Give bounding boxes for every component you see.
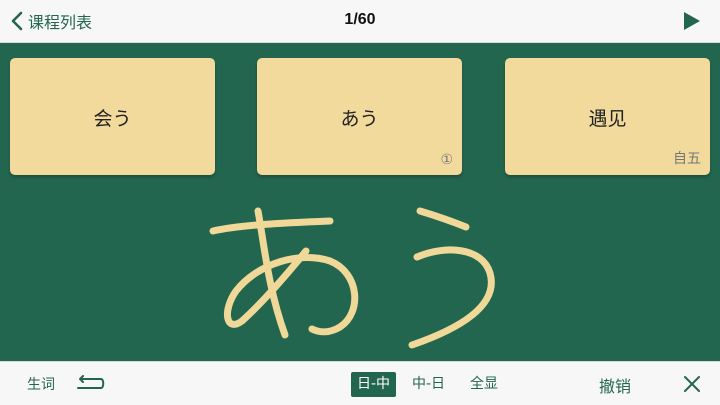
card-text: あう: [340, 108, 379, 130]
card-text: 遇见: [588, 108, 627, 130]
card-note: 自五: [673, 151, 701, 167]
back-button[interactable]: 课程列表: [10, 9, 92, 33]
close-icon[interactable]: [683, 375, 701, 393]
answer-card[interactable]: あう ①: [257, 58, 462, 175]
chevron-left-icon: [11, 11, 23, 31]
top-navigation-bar: 课程列表 1/60: [0, 0, 720, 43]
ink-stroke: [223, 247, 359, 336]
card-text: 会う: [93, 108, 132, 130]
card-note: ①: [440, 152, 453, 168]
ink-stroke: [408, 246, 495, 349]
mode-cn-jp[interactable]: 中-日: [406, 372, 451, 397]
play-icon[interactable]: [680, 10, 702, 32]
undo-button[interactable]: 撤销: [599, 373, 631, 397]
answer-card[interactable]: 会う: [10, 58, 215, 175]
practice-board: 会う あう ① 遇见 自五: [0, 43, 720, 361]
handwriting-canvas[interactable]: [0, 193, 720, 361]
mode-jp-cn[interactable]: 日-中: [351, 372, 397, 397]
ink-stroke: [209, 217, 334, 235]
bottom-toolbar: 生词 日-中 中-日 全显 撤销: [0, 361, 720, 405]
ink-stroke: [416, 207, 470, 231]
mode-show-all[interactable]: 全显: [464, 372, 504, 397]
swap-icon[interactable]: [75, 375, 105, 393]
vocab-button[interactable]: 生词: [27, 374, 55, 394]
answer-card[interactable]: 遇见 自五: [505, 58, 710, 175]
page-counter: 1/60: [344, 11, 376, 28]
back-label: 课程列表: [28, 13, 93, 32]
